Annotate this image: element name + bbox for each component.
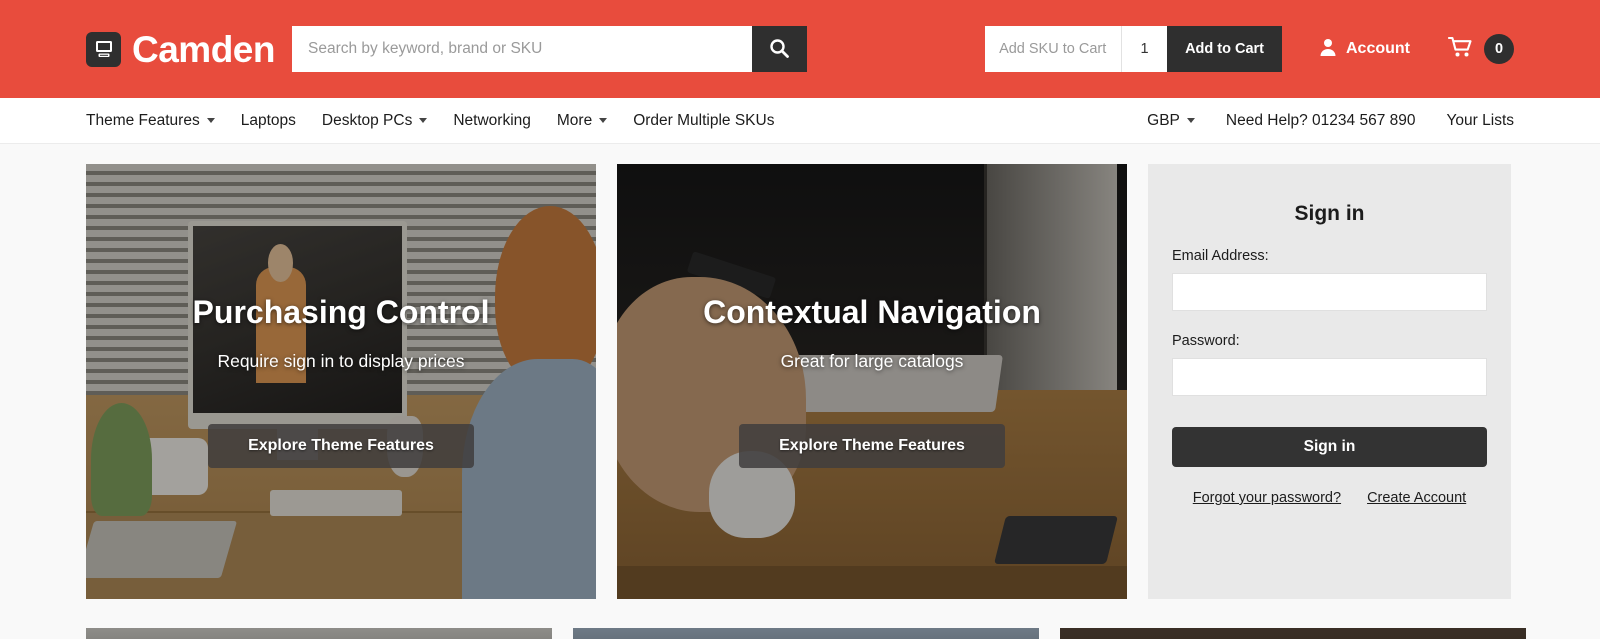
nav-primary-group: Theme Features Laptops Desktop PCs Netwo… — [86, 112, 774, 130]
promo-card-image — [1060, 628, 1526, 639]
banner-title: Purchasing Control — [192, 294, 490, 331]
promo-card-image — [86, 628, 552, 639]
nav-label: More — [556, 111, 593, 129]
nav-item-order-multiple-skus[interactable]: Order Multiple SKUs — [633, 112, 774, 130]
user-icon — [1318, 37, 1338, 62]
explore-theme-features-button[interactable]: Explore Theme Features — [739, 423, 1005, 468]
create-account-link[interactable]: Create Account — [1367, 490, 1466, 506]
promo-card[interactable] — [1060, 628, 1526, 639]
explore-theme-features-button[interactable]: Explore Theme Features — [208, 423, 474, 468]
nav-item-networking[interactable]: Networking — [453, 112, 531, 130]
cart-link[interactable]: 0 — [1447, 34, 1514, 64]
nav-label: Theme Features — [86, 111, 200, 129]
chevron-down-icon — [419, 118, 428, 123]
quantity-input[interactable] — [1121, 26, 1168, 72]
chevron-down-icon — [599, 118, 608, 123]
banner-content: Purchasing Control Require sign in to di… — [86, 294, 596, 468]
sku-input[interactable] — [985, 26, 1122, 72]
nav-item-desktop-pcs[interactable]: Desktop PCs — [321, 111, 428, 130]
account-link[interactable]: Account — [1318, 37, 1410, 62]
banner-subtitle: Great for large catalogs — [780, 350, 964, 371]
currency-selector[interactable]: GBP — [1147, 112, 1195, 130]
password-field[interactable] — [1172, 358, 1487, 396]
banner-title: Contextual Navigation — [703, 294, 1041, 331]
main-content: Purchasing Control Require sign in to di… — [0, 144, 1600, 599]
currency-label: GBP — [1147, 111, 1180, 129]
shopping-cart-icon — [1447, 36, 1474, 63]
search-bar — [291, 26, 807, 72]
cart-count-badge: 0 — [1484, 34, 1514, 64]
nav-label: Networking — [453, 111, 531, 129]
search-icon — [768, 37, 790, 62]
sign-in-panel: Sign in Email Address: Password: Sign in… — [1148, 164, 1511, 599]
sign-in-title: Sign in — [1294, 202, 1365, 225]
hero-banner-contextual-navigation[interactable]: Contextual Navigation Great for large ca… — [617, 164, 1127, 599]
password-label: Password: — [1172, 333, 1240, 349]
add-to-cart-button[interactable]: Add to Cart — [1167, 26, 1282, 72]
promo-card[interactable] — [86, 628, 552, 639]
account-label: Account — [1346, 40, 1410, 57]
nav-label: Desktop PCs — [321, 111, 413, 129]
chevron-down-icon — [206, 118, 215, 123]
help-label: Need Help? 01234 567 890 — [1225, 111, 1416, 129]
sign-in-links: Forgot your password? Create Account — [1172, 490, 1487, 506]
search-input[interactable] — [291, 26, 752, 72]
desktop-computer-icon — [86, 31, 121, 67]
site-header: Camden Add to Cart A — [0, 0, 1600, 98]
brand-logo[interactable]: Camden — [86, 31, 275, 68]
banner-subtitle: Require sign in to display prices — [217, 350, 465, 371]
promo-card-row — [0, 628, 1600, 639]
email-field[interactable] — [1172, 273, 1487, 311]
email-label: Email Address: — [1172, 248, 1269, 264]
nav-utility-group: GBP Need Help? 01234 567 890 Your Lists — [1147, 112, 1514, 130]
nav-label: Order Multiple SKUs — [633, 111, 775, 129]
nav-label: Laptops — [240, 111, 296, 129]
quick-add-to-cart: Add to Cart — [985, 26, 1282, 72]
main-navigation: Theme Features Laptops Desktop PCs Netwo… — [0, 98, 1600, 144]
your-lists-label: Your Lists — [1446, 111, 1515, 129]
your-lists-link[interactable]: Your Lists — [1447, 112, 1515, 130]
banner-content: Contextual Navigation Great for large ca… — [617, 294, 1127, 468]
help-phone[interactable]: Need Help? 01234 567 890 — [1226, 112, 1416, 130]
chevron-down-icon — [1186, 118, 1195, 123]
nav-item-more[interactable]: More — [556, 111, 608, 130]
sign-in-submit-button[interactable]: Sign in — [1172, 427, 1487, 467]
hero-banner-purchasing-control[interactable]: Purchasing Control Require sign in to di… — [86, 164, 596, 599]
promo-card[interactable] — [573, 628, 1039, 639]
brand-name: Camden — [132, 28, 275, 70]
nav-item-theme-features[interactable]: Theme Features — [86, 112, 215, 130]
nav-item-laptops[interactable]: Laptops — [241, 112, 296, 130]
header-actions: Add to Cart Account 0 — [985, 26, 1514, 72]
search-button[interactable] — [751, 26, 807, 72]
forgot-password-link[interactable]: Forgot your password? — [1193, 490, 1341, 506]
promo-card-image — [573, 628, 1039, 639]
